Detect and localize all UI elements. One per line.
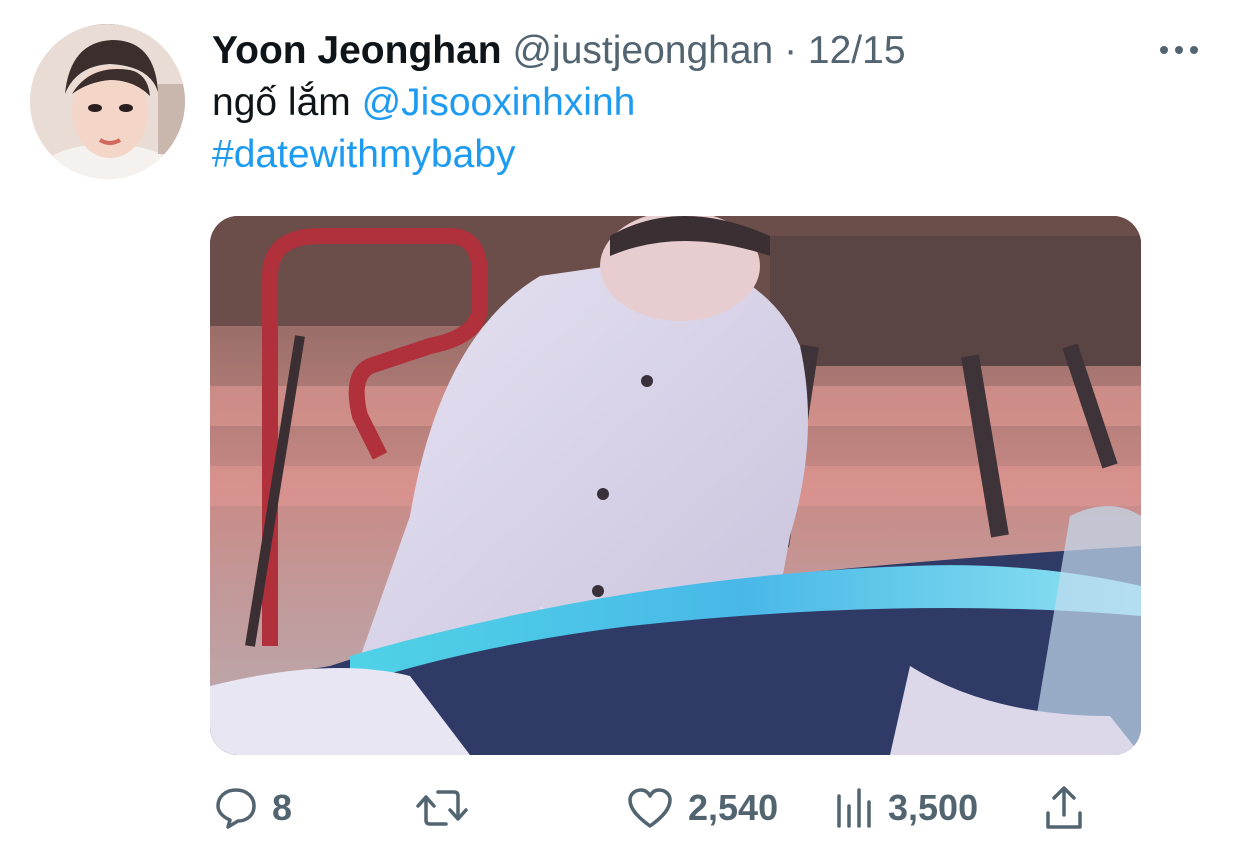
- hashtag-link[interactable]: #datewithmybaby: [212, 133, 516, 176]
- heart-icon: [626, 786, 674, 830]
- like-button[interactable]: 2,540: [626, 782, 778, 834]
- tweet-text-plain: ngố lắm: [212, 81, 362, 124]
- tweet-photo[interactable]: [210, 216, 1141, 755]
- reply-count: 8: [272, 787, 293, 828]
- mention-link[interactable]: @Jisooxinhxinh: [362, 81, 636, 124]
- retweet-button[interactable]: [414, 782, 484, 834]
- tweet-hashtag-line: #datewithmybaby: [212, 132, 516, 178]
- share-button[interactable]: [1044, 782, 1084, 834]
- more-horizontal-icon[interactable]: [1158, 40, 1200, 60]
- avatar[interactable]: [30, 24, 185, 179]
- share-icon: [1044, 785, 1084, 831]
- separator-dot: ·: [784, 29, 798, 72]
- views-button[interactable]: 3,500: [834, 782, 978, 834]
- tweet-header: Yoon Jeonghan @justjeonghan · 12/15: [212, 28, 906, 74]
- views-count: 3,500: [888, 787, 979, 828]
- tweet-card[interactable]: Yoon Jeonghan @justjeonghan · 12/15 ngố …: [0, 0, 1242, 855]
- reply-icon: [214, 786, 258, 830]
- tweet-text: ngố lắm @Jisooxinhxinh: [212, 80, 635, 126]
- retweet-icon: [414, 786, 470, 830]
- tweet-date[interactable]: 12/15: [808, 29, 906, 72]
- author-name[interactable]: Yoon Jeonghan: [212, 29, 502, 72]
- views-chart-icon: [834, 786, 874, 830]
- reply-button[interactable]: 8: [214, 782, 292, 834]
- action-bar: 8 2,540 3,500: [0, 782, 1242, 834]
- author-handle[interactable]: @justjeonghan: [512, 29, 773, 72]
- like-count: 2,540: [688, 787, 779, 828]
